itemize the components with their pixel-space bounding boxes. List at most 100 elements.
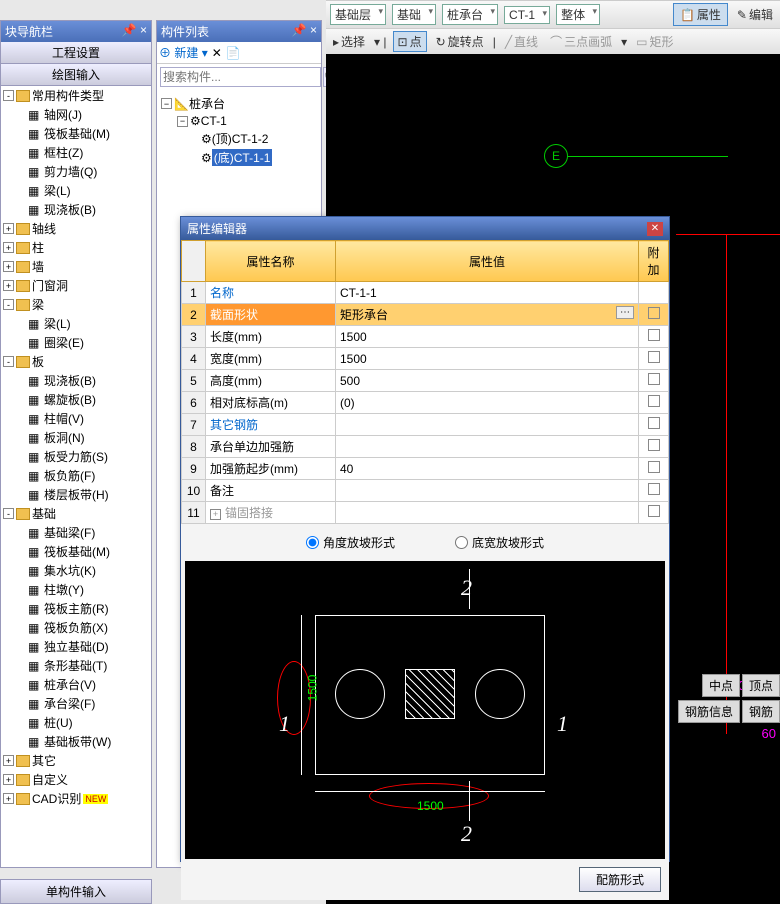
list-panel-title: 构件列表📌 × [157, 21, 321, 42]
select-btn[interactable]: ▸ 选择 [330, 32, 368, 51]
rebar-form-btn[interactable]: 配筋形式 [579, 867, 661, 892]
type-combo[interactable]: 桩承台 [442, 4, 498, 25]
extra-checkbox[interactable] [648, 395, 660, 407]
tree-node[interactable]: -常用构件类型 [1, 86, 151, 105]
tree-node[interactable]: ▦柱帽(V) [1, 409, 151, 428]
tree-node[interactable]: ▦筏板基础(M) [1, 124, 151, 143]
property-row[interactable]: 10备注 [182, 480, 669, 502]
tree-node[interactable]: ▦集水坑(K) [1, 561, 151, 580]
tree-node[interactable]: ▦剪力墙(Q) [1, 162, 151, 181]
tree-node[interactable]: -梁 [1, 295, 151, 314]
tree-node[interactable]: ▦楼层板带(H) [1, 485, 151, 504]
view-combo[interactable]: 整体 [556, 4, 600, 25]
extra-checkbox[interactable] [648, 373, 660, 385]
tree-node[interactable]: ▦筏板基础(M) [1, 542, 151, 561]
property-row[interactable]: 9加强筋起步(mm)40 [182, 458, 669, 480]
tree-node[interactable]: ▦筏板主筋(R) [1, 599, 151, 618]
tree-node[interactable]: ▦梁(L) [1, 314, 151, 333]
tree-node[interactable]: +轴线 [1, 219, 151, 238]
ellipsis-btn[interactable]: ⋯ [616, 306, 634, 319]
property-row[interactable]: 5高度(mm)500 [182, 370, 669, 392]
property-row[interactable]: 8承台单边加强筋 [182, 436, 669, 458]
instance-combo[interactable]: CT-1 [504, 6, 550, 24]
rotate-point-btn[interactable]: ↻ 旋转点 [433, 32, 487, 51]
tree-node[interactable]: ▦承台梁(F) [1, 694, 151, 713]
delete-icon[interactable]: ✕ [212, 46, 222, 60]
snap-tabs: 中点 顶点 [702, 674, 780, 697]
section-project[interactable]: 工程设置 [1, 42, 151, 64]
property-row[interactable]: 2截面形状矩形承台⋯ [182, 304, 669, 326]
tree-node[interactable]: +自定义 [1, 770, 151, 789]
tree-node[interactable]: ▦独立基础(D) [1, 637, 151, 656]
property-row[interactable]: 11+锚固搭接 [182, 502, 669, 524]
tree-node[interactable]: ▦板负筋(F) [1, 466, 151, 485]
tree-node[interactable]: -板 [1, 352, 151, 371]
col-extra: 附加 [639, 241, 669, 282]
extra-checkbox[interactable] [648, 329, 660, 341]
tree-node[interactable]: -基础 [1, 504, 151, 523]
tree-node[interactable]: ▦基础板带(W) [1, 732, 151, 751]
properties-btn[interactable]: 📋 属性 [673, 3, 728, 26]
diagram-column [405, 669, 455, 719]
extra-checkbox[interactable] [648, 417, 660, 429]
tree-node[interactable]: ▦现浇板(B) [1, 200, 151, 219]
arc-btn[interactable]: ⌒ 三点画弧 [547, 32, 615, 51]
component-instance-tree[interactable]: −📐 桩承台 −⚙ CT-1 ⚙ (顶)CT-1-2 ⚙ (底)CT-1-1 [157, 90, 321, 171]
tree-node[interactable]: ▦现浇板(B) [1, 371, 151, 390]
dialog-titlebar[interactable]: 属性编辑器 ✕ [181, 217, 669, 240]
search-input[interactable] [160, 67, 321, 87]
tab-rebar[interactable]: 钢筋 [742, 700, 780, 723]
tab-midpoint[interactable]: 中点 [702, 674, 740, 697]
extra-checkbox[interactable] [648, 351, 660, 363]
property-row[interactable]: 4宽度(mm)1500 [182, 348, 669, 370]
pin-icon[interactable]: 📌 × [292, 23, 317, 40]
section-single[interactable]: 单构件输入 [0, 879, 152, 904]
radio-angle[interactable]: 角度放坡形式 [306, 534, 395, 551]
property-row[interactable]: 6相对底标高(m)(0) [182, 392, 669, 414]
tree-node[interactable]: +其它 [1, 751, 151, 770]
tree-node[interactable]: ▦条形基础(T) [1, 656, 151, 675]
pin-icon[interactable]: 📌 × [122, 23, 147, 40]
nav-panel-title: 块导航栏📌 × [1, 21, 151, 42]
tab-vertex[interactable]: 顶点 [742, 674, 780, 697]
tree-node[interactable]: ▦梁(L) [1, 181, 151, 200]
tree-node[interactable]: +柱 [1, 238, 151, 257]
category-combo[interactable]: 基础 [392, 4, 436, 25]
dim-height: 1500 [305, 675, 319, 702]
tree-node[interactable]: ▦筏板负筋(X) [1, 618, 151, 637]
new-button[interactable]: ⊕ 新建 ▾ [159, 44, 208, 61]
copy-icon[interactable]: 📄 [226, 46, 241, 60]
tree-node[interactable]: ▦圈梁(E) [1, 333, 151, 352]
tree-node[interactable]: ▦桩承台(V) [1, 675, 151, 694]
tree-node[interactable]: ▦框柱(Z) [1, 143, 151, 162]
extra-checkbox[interactable] [648, 505, 660, 517]
property-row[interactable]: 7其它钢筋 [182, 414, 669, 436]
close-icon[interactable]: ✕ [647, 222, 663, 236]
tree-node[interactable]: ▦柱墩(Y) [1, 580, 151, 599]
radio-width[interactable]: 底宽放坡形式 [455, 534, 544, 551]
line-btn[interactable]: ╱ 直线 [502, 32, 541, 51]
extra-checkbox[interactable] [648, 461, 660, 473]
tree-node[interactable]: ▦螺旋板(B) [1, 390, 151, 409]
edit-btn[interactable]: ✎ 编辑 [734, 5, 776, 24]
tree-node[interactable]: +墙 [1, 257, 151, 276]
extra-checkbox[interactable] [648, 483, 660, 495]
tree-node[interactable]: ▦板受力筋(S) [1, 447, 151, 466]
property-row[interactable]: 1名称CT-1-1 [182, 282, 669, 304]
tab-rebar-info[interactable]: 钢筋信息 [678, 700, 740, 723]
tree-node[interactable]: +CAD识别NEW [1, 789, 151, 808]
property-row[interactable]: 3长度(mm)1500 [182, 326, 669, 348]
tree-node[interactable]: ▦桩(U) [1, 713, 151, 732]
floor-combo[interactable]: 基础层 [330, 4, 386, 25]
tree-node[interactable]: ▦轴网(J) [1, 105, 151, 124]
rect-btn[interactable]: ▭ 矩形 [633, 32, 676, 51]
section-draw[interactable]: 绘图输入 [1, 64, 151, 86]
layer-toolbar: 基础层 基础 桩承台 CT-1 整体 📋 属性 ✎ 编辑 [326, 0, 780, 28]
tree-node[interactable]: ▦基础梁(F) [1, 523, 151, 542]
component-tree[interactable]: -常用构件类型▦轴网(J)▦筏板基础(M)▦框柱(Z)▦剪力墙(Q)▦梁(L)▦… [1, 86, 151, 856]
point-btn[interactable]: ⊡ 点 [393, 31, 427, 52]
tree-node[interactable]: ▦板洞(N) [1, 428, 151, 447]
tree-node[interactable]: +门窗洞 [1, 276, 151, 295]
extra-checkbox[interactable] [648, 307, 660, 319]
extra-checkbox[interactable] [648, 439, 660, 451]
